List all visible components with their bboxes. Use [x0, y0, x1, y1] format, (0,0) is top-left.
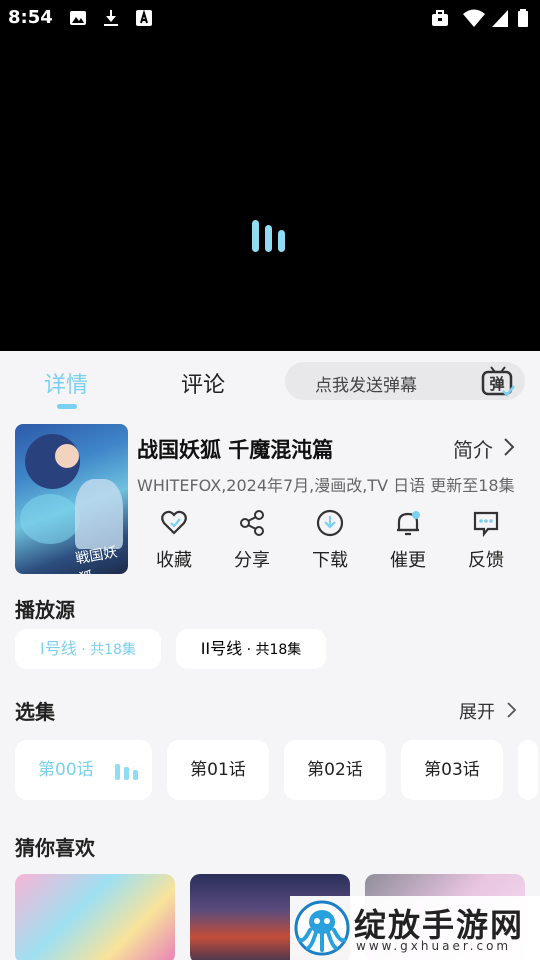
wifi-icon [462, 8, 486, 28]
download-icon [101, 8, 121, 28]
image-icon [68, 8, 88, 28]
download-icon [316, 509, 344, 537]
show-cover[interactable]: 戦国妖狐 [15, 424, 128, 574]
tab-comments[interactable]: 评论 [181, 367, 225, 399]
favorite-button[interactable]: 收藏 [137, 509, 211, 579]
expand-episodes-link[interactable]: 展开 [459, 698, 495, 724]
source-section-title: 播放源 [15, 598, 75, 622]
status-time: 8:54 [8, 7, 53, 28]
episode-label: 第01话 [190, 760, 246, 780]
download-label: 下载 [312, 550, 348, 571]
danmu-placeholder: 点我发送弹幕 [315, 376, 417, 396]
source-chip-line1[interactable]: I号线 · 共18集 [15, 629, 161, 669]
tab-bar: 详情 评论 点我发送弹幕 弹 [0, 351, 540, 415]
chevron-right-icon[interactable] [505, 701, 517, 719]
loading-bars-icon [252, 220, 285, 252]
episode-03[interactable]: 第03话 [401, 740, 503, 800]
a-box-icon [134, 8, 154, 28]
octopus-logo-icon [294, 900, 350, 956]
tab-details[interactable]: 详情 [44, 367, 88, 399]
episode-label: 第03话 [424, 760, 480, 780]
favorite-label: 收藏 [156, 550, 192, 571]
source-name: II号线 [200, 639, 243, 658]
feedback-icon [473, 511, 499, 537]
signal-icon [490, 8, 510, 28]
status-bar: 8:54 [0, 0, 540, 36]
episode-00[interactable]: 第00话 [15, 740, 152, 800]
share-label: 分享 [234, 550, 270, 571]
now-playing-icon [115, 764, 138, 780]
source-chip-line2[interactable]: II号线 · 共18集 [176, 629, 326, 669]
intro-link[interactable]: 简介 [453, 434, 493, 463]
battery-icon [516, 8, 530, 28]
site-watermark: 绽放手游网 www.gxhuaer.com [290, 896, 540, 960]
bell-icon [397, 511, 420, 536]
urge-update-label: 催更 [390, 550, 426, 571]
episode-next-partial[interactable] [518, 740, 538, 800]
chevron-right-icon[interactable] [502, 437, 516, 457]
recommend-card[interactable] [15, 874, 175, 960]
urge-update-button[interactable]: 催更 [371, 509, 445, 579]
episodes-section-title: 选集 [15, 700, 55, 724]
episode-01[interactable]: 第01话 [167, 740, 269, 800]
source-name: I号线 [40, 639, 77, 658]
source-count: · 共18集 [76, 642, 136, 658]
recommend-section-title: 猜你喜欢 [15, 836, 95, 860]
feedback-label: 反馈 [468, 550, 504, 571]
share-icon [240, 510, 264, 536]
watermark-url: www.gxhuaer.com [356, 939, 512, 953]
show-meta: WHITEFOX,2024年7月,漫画改,TV 日语 更新至18集 [137, 476, 515, 495]
episode-label: 第02话 [307, 760, 363, 780]
episode-label: 第00话 [38, 760, 94, 780]
show-title: 战国妖狐 千魔混沌篇 [137, 438, 334, 462]
share-button[interactable]: 分享 [215, 509, 289, 579]
danmu-toggle-icon[interactable]: 弹 [481, 365, 515, 397]
briefcase-icon [430, 8, 450, 28]
action-row: 收藏 分享 下载 催更 反馈 [137, 509, 527, 579]
danmu-input[interactable]: 点我发送弹幕 弹 [285, 362, 525, 400]
download-button[interactable]: 下载 [293, 509, 367, 579]
heart-icon [161, 510, 187, 535]
feedback-button[interactable]: 反馈 [449, 509, 523, 579]
tab-indicator [57, 404, 77, 409]
video-player[interactable] [0, 36, 540, 351]
danmu-icon-label: 弹 [489, 375, 504, 393]
episode-02[interactable]: 第02话 [284, 740, 386, 800]
source-count: · 共18集 [242, 642, 302, 658]
detail-panel: 详情 评论 点我发送弹幕 弹 戦国妖狐 战国妖狐 千魔混沌篇 简介 WHITEF… [0, 351, 540, 960]
